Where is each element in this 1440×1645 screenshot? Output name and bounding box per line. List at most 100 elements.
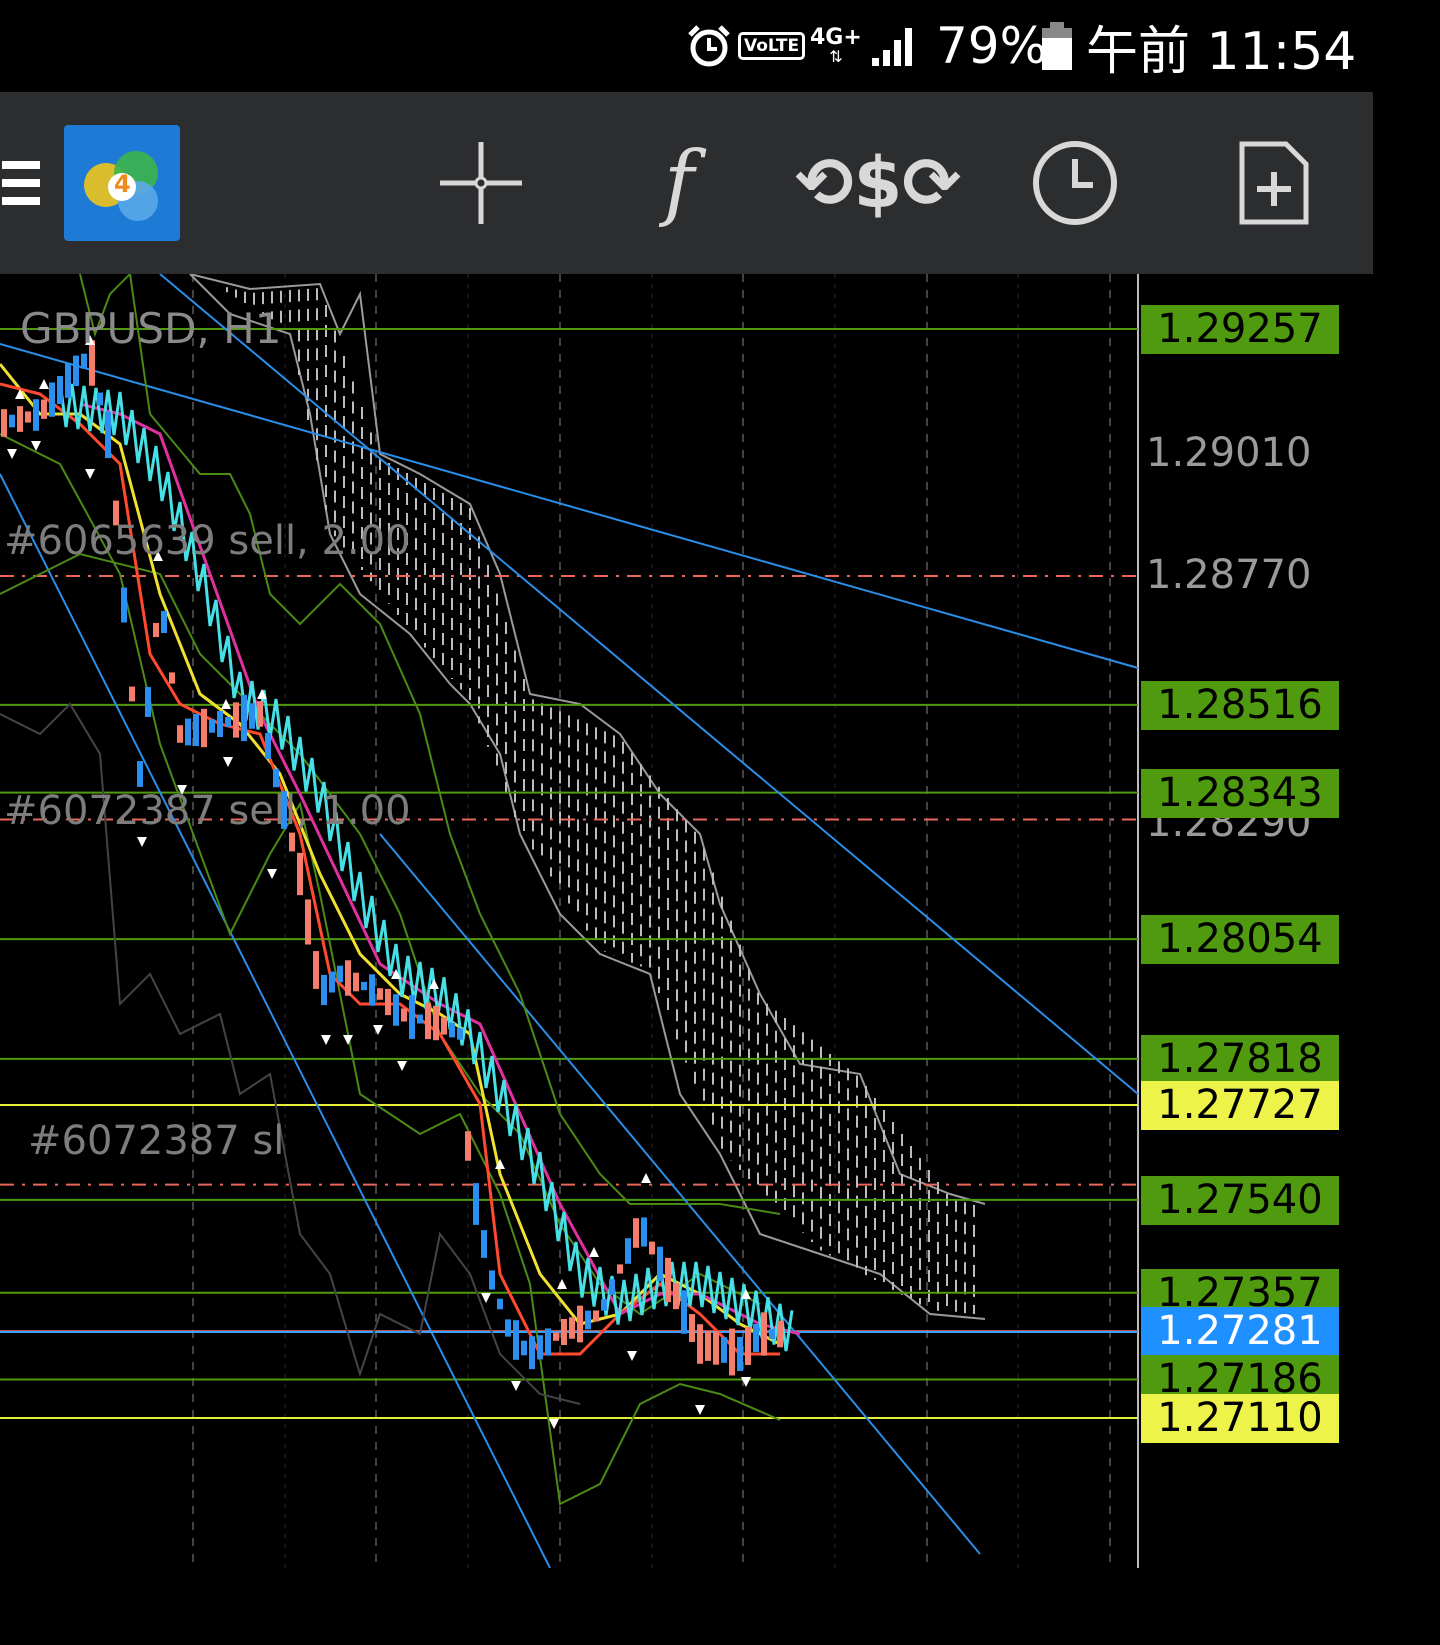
- bear-candle: [497, 1298, 503, 1310]
- bear-candle: [505, 1319, 511, 1337]
- bear-candle: [145, 687, 151, 717]
- bear-candle: [529, 1336, 535, 1370]
- price-tag-blue: 1.27281: [1141, 1307, 1339, 1357]
- order-label-2[interactable]: #6072387 sell, 1.00: [4, 788, 411, 834]
- bear-candle: [473, 1183, 479, 1225]
- new-document-icon[interactable]: [1236, 92, 1312, 274]
- bull-candle: [665, 1257, 671, 1303]
- down-arrow-icon: [7, 449, 17, 459]
- function-icon[interactable]: f: [648, 92, 710, 274]
- bull-candle: [425, 1002, 431, 1040]
- up-arrow-icon: [641, 1173, 651, 1183]
- crosshair-icon[interactable]: [438, 92, 524, 274]
- bull-candle: [761, 1312, 767, 1356]
- symbol-label: GBPUSD, H1: [20, 304, 282, 353]
- bull-candle: [689, 1314, 695, 1342]
- bear-candle: [737, 1336, 743, 1372]
- trade-icon[interactable]: ⟲$⟳: [795, 92, 961, 274]
- bull-candle: [433, 1005, 439, 1041]
- price-chart[interactable]: GBPUSD, H1 #6065639 sell, 2.00 #6072387 …: [0, 274, 1373, 1568]
- bull-candle: [289, 832, 295, 852]
- order-label-1[interactable]: #6065639 sell, 2.00: [4, 518, 411, 564]
- bull-candle: [1, 409, 7, 437]
- bear-candle: [193, 713, 199, 747]
- bull-candle: [345, 960, 351, 996]
- battery-percent: 79%: [936, 17, 1048, 75]
- bear-candle: [97, 392, 103, 406]
- bear-candle: [609, 1279, 615, 1295]
- price-tag-green: 1.28054: [1141, 915, 1339, 965]
- bull-candle: [713, 1331, 719, 1365]
- bear-candle: [769, 1328, 775, 1340]
- bull-candle: [313, 951, 319, 989]
- bull-candle: [305, 899, 311, 945]
- bull-candle: [729, 1328, 735, 1376]
- axis-label-2: 1.28770: [1146, 552, 1312, 598]
- down-arrow-icon: [695, 1405, 705, 1415]
- bull-candle: [561, 1318, 567, 1346]
- down-arrow-icon: [373, 1025, 383, 1035]
- bull-candle: [17, 406, 23, 432]
- network-type-icon: 4G+ ⇅: [810, 25, 862, 66]
- down-arrow-icon: [137, 837, 147, 847]
- bear-candle: [73, 355, 79, 387]
- bear-candle: [9, 414, 15, 428]
- down-arrow-icon: [627, 1351, 637, 1361]
- bull-candle: [41, 399, 47, 419]
- bear-candle: [137, 761, 143, 787]
- bear-candle: [329, 971, 335, 993]
- axis-label-1: 1.29010: [1146, 430, 1312, 476]
- bear-candle: [657, 1246, 663, 1282]
- bear-candle: [457, 1028, 463, 1040]
- price-tag-green: 1.29257: [1141, 305, 1339, 354]
- bull-candle: [401, 1008, 407, 1022]
- bear-candle: [753, 1323, 759, 1353]
- bear-candle: [81, 353, 87, 369]
- bull-candle: [577, 1305, 583, 1343]
- bull-candle: [153, 622, 159, 638]
- up-arrow-icon: [39, 379, 49, 389]
- bear-candle: [33, 399, 39, 431]
- bear-candle: [273, 768, 279, 788]
- bear-candle: [209, 719, 215, 733]
- app-logo[interactable]: 4: [64, 92, 180, 274]
- bear-candle: [481, 1230, 487, 1258]
- down-arrow-icon: [321, 1035, 331, 1045]
- order-label-3[interactable]: #6072387 sl: [28, 1118, 284, 1164]
- bear-candle: [65, 362, 71, 398]
- battery-icon: [1040, 0, 1074, 92]
- bull-candle: [633, 1218, 639, 1248]
- bear-candle: [337, 965, 343, 983]
- price-tag-yellow: 1.27727: [1141, 1081, 1339, 1131]
- price-tag-yellow: 1.27110: [1141, 1394, 1339, 1443]
- toolbar: 4 f ⟲$⟳: [0, 92, 1373, 274]
- bull-candle: [169, 672, 175, 684]
- volte-icon: VoLTE: [738, 0, 806, 92]
- bull-candle: [465, 1131, 471, 1161]
- bear-candle: [545, 1328, 551, 1356]
- up-arrow-icon: [589, 1247, 599, 1257]
- clock-icon[interactable]: [1030, 92, 1120, 274]
- price-tag-green: 1.27818: [1141, 1034, 1339, 1084]
- bear-candle: [249, 703, 255, 729]
- chart-grid: [192, 274, 1111, 1568]
- bear-candle: [537, 1335, 543, 1360]
- down-arrow-icon: [267, 869, 277, 879]
- down-arrow-icon: [511, 1381, 521, 1391]
- bear-candle: [409, 995, 415, 1039]
- clock-time: 午前 11:54: [1086, 21, 1357, 82]
- signal-icon: [870, 0, 920, 92]
- status-bar: VoLTE 4G+ ⇅ 79% 午前 11:54: [0, 0, 1373, 92]
- bull-candle: [705, 1331, 711, 1361]
- hamburger-menu-icon[interactable]: [0, 92, 44, 274]
- down-arrow-icon: [481, 1293, 491, 1303]
- bull-candle: [257, 701, 263, 727]
- bull-candle: [617, 1264, 623, 1274]
- bull-candle: [233, 702, 239, 738]
- price-tag-green: 1.28516: [1141, 680, 1339, 730]
- logo-badge: 4: [114, 170, 131, 198]
- bull-candle: [353, 972, 359, 992]
- bear-candle: [265, 732, 271, 760]
- bear-candle: [601, 1299, 607, 1311]
- bull-candle: [177, 725, 183, 743]
